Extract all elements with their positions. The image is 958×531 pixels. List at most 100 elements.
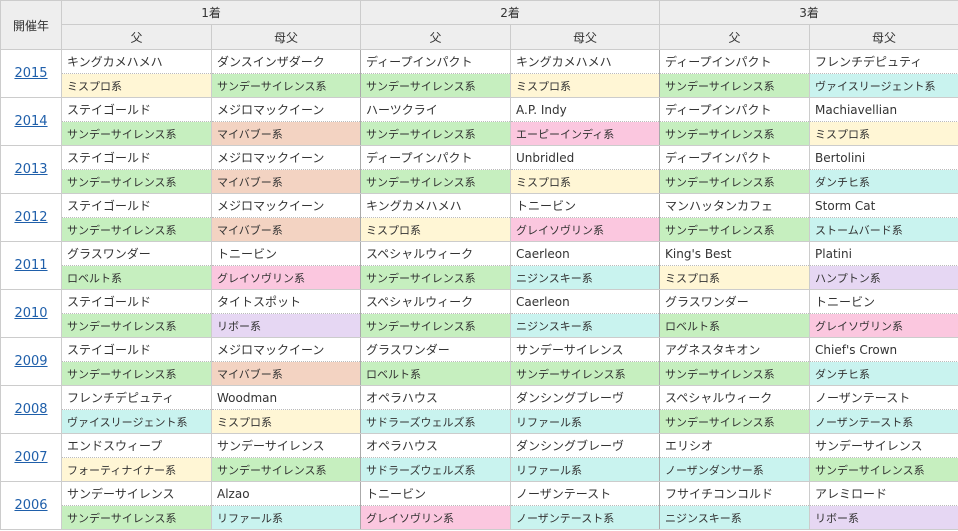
bms-header: 母父 xyxy=(210,24,362,50)
year-link[interactable]: 2007 xyxy=(14,450,47,465)
sire-line-badge: サドラーズウェルズ系 xyxy=(360,457,511,482)
sire-name: キングカメハメハ xyxy=(61,49,212,74)
sire-name: アグネスタキオン xyxy=(659,337,810,362)
sire-line-badge: ハンプトン系 xyxy=(809,265,958,290)
table-row-lineage: サンデーサイレンス系 リボー系 サンデーサイレンス系 ニジンスキー系 ロベルト系 グレイソ… xyxy=(1,313,958,338)
sire-line-badge: サンデーサイレンス系 xyxy=(360,265,511,290)
sire-name: オペラハウス xyxy=(360,385,511,410)
bms-name: Woodman xyxy=(210,385,361,410)
table-row: 2014 ステイゴールド メジロマックイーン ハーツクライ A.P. Indy ディープイ… xyxy=(0,97,958,146)
sire-line-badge: マイバブー系 xyxy=(210,361,361,386)
sire-line-badge: サンデーサイレンス系 xyxy=(659,73,810,98)
sire-line-badge: リボー系 xyxy=(210,313,361,338)
sire-header: 父 xyxy=(659,24,811,50)
sire-line-badge: ヴァイスリージェント系 xyxy=(809,73,958,98)
bms-name: ダンスインザダーク xyxy=(210,49,361,74)
bms-name: タイトスポット xyxy=(210,289,361,314)
table-row: 2015 キングカメハメハ ダンスインザダーク ディープインパクト キングカメハメハ ディ… xyxy=(0,49,958,98)
year-link[interactable]: 2013 xyxy=(14,162,47,177)
sire-line-badge: エーピーインディ系 xyxy=(510,121,660,146)
sire-line-badge: リファール系 xyxy=(210,505,361,530)
table-row-lineage: サンデーサイレンス系 リファール系 グレイソヴリン系 ノーザンテースト系 ニジンスキー系… xyxy=(1,505,958,530)
sire-name: グラスワンダー xyxy=(360,337,511,362)
table-row: 2008 フレンチデピュティ Woodman オペラハウス ダンシングブレーヴ スペシャル… xyxy=(0,385,958,434)
year-link[interactable]: 2014 xyxy=(14,114,47,129)
sire-header: 父 xyxy=(360,24,512,50)
year-link[interactable]: 2011 xyxy=(14,258,47,273)
sire-line-badge: ノーザンダンサー系 xyxy=(659,457,810,482)
table-row: 2011 グラスワンダー トニービン スペシャルウィーク Caerleon King's … xyxy=(0,241,958,290)
sire-line-badge: ミスプロ系 xyxy=(510,73,660,98)
sire-name: スペシャルウィーク xyxy=(659,385,810,410)
sire-line-badge: ニジンスキー系 xyxy=(510,265,660,290)
sire-name: スペシャルウィーク xyxy=(360,241,511,266)
sire-line-badge: グレイソヴリン系 xyxy=(809,313,958,338)
sire-line-badge: マイバブー系 xyxy=(210,217,361,242)
bms-name: Caerleon xyxy=(510,241,660,266)
sire-line-badge: サンデーサイレンス系 xyxy=(809,457,958,482)
year-link[interactable]: 2010 xyxy=(14,306,47,321)
bms-name: Storm Cat xyxy=(809,193,958,218)
sire-name: スペシャルウィーク xyxy=(360,289,511,314)
sire-name: キングカメハメハ xyxy=(360,193,511,218)
year-cell: 2012 xyxy=(0,193,62,242)
year-cell: 2013 xyxy=(0,145,62,194)
year-link[interactable]: 2012 xyxy=(14,210,47,225)
bms-name: Alzao xyxy=(210,481,361,506)
sire-name: ディープインパクト xyxy=(659,97,810,122)
year-link[interactable]: 2008 xyxy=(14,402,47,417)
sire-line-badge: リボー系 xyxy=(809,505,958,530)
year-link[interactable]: 2015 xyxy=(14,66,47,81)
year-cell: 2011 xyxy=(0,241,62,290)
year-cell: 2009 xyxy=(0,337,62,386)
table-row-lineage: ロベルト系 グレイソヴリン系 サンデーサイレンス系 ニジンスキー系 ミスプロ系 ハンプトン… xyxy=(1,265,958,290)
sire-name: ステイゴールド xyxy=(61,337,212,362)
bms-name: アレミロード xyxy=(809,481,958,506)
sire-line-badge: サンデーサイレンス系 xyxy=(61,313,212,338)
sire-name: グラスワンダー xyxy=(659,289,810,314)
sire-line-badge: サドラーズウェルズ系 xyxy=(360,409,511,434)
bms-name: ダンシングブレーヴ xyxy=(510,385,660,410)
sire-line-badge: ダンチヒ系 xyxy=(809,169,958,194)
sire-line-badge: リファール系 xyxy=(510,457,660,482)
bms-name: トニービン xyxy=(210,241,361,266)
sire-line-badge: ミスプロ系 xyxy=(61,73,212,98)
table-row: 2006 サンデーサイレンス Alzao トニービン ノーザンテースト フサイチコンコルド… xyxy=(0,481,958,530)
sire-name: エリシオ xyxy=(659,433,810,458)
year-cell: 2007 xyxy=(0,433,62,482)
results-table: 開催年 1着 2着 3着 父 母父 父 母父 父 母父 2015 キングカメハメハ… xyxy=(0,0,958,530)
sire-name: サンデーサイレンス xyxy=(61,481,212,506)
sire-name: ステイゴールド xyxy=(61,145,212,170)
sire-name: マンハッタンカフェ xyxy=(659,193,810,218)
sire-name: フサイチコンコルド xyxy=(659,481,810,506)
sire-line-badge: サンデーサイレンス系 xyxy=(61,169,212,194)
rank-header-1: 1着 xyxy=(60,0,362,25)
sire-line-badge: ニジンスキー系 xyxy=(510,313,660,338)
sire-name: エンドスウィープ xyxy=(61,433,212,458)
bms-name: トニービン xyxy=(809,289,958,314)
bms-name: トニービン xyxy=(510,193,660,218)
sire-name: ステイゴールド xyxy=(61,97,212,122)
bms-name: Machiavellian xyxy=(809,97,958,122)
sire-header: 父 xyxy=(61,24,212,50)
year-cell: 2006 xyxy=(0,481,62,530)
bms-name: サンデーサイレンス xyxy=(210,433,361,458)
year-link[interactable]: 2006 xyxy=(14,498,47,513)
sire-name: トニービン xyxy=(360,481,511,506)
sire-name: グラスワンダー xyxy=(61,241,212,266)
sire-line-badge: フォーティナイナー系 xyxy=(61,457,212,482)
sire-line-badge: サンデーサイレンス系 xyxy=(659,217,810,242)
bms-name: A.P. Indy xyxy=(510,97,660,122)
bms-name: Unbridled xyxy=(510,145,660,170)
sire-line-badge: サンデーサイレンス系 xyxy=(61,217,212,242)
table-row-lineage: フォーティナイナー系 サンデーサイレンス系 サドラーズウェルズ系 リファール系 ノーザン… xyxy=(1,457,958,482)
bms-header: 母父 xyxy=(809,24,958,50)
rank-header-2: 2着 xyxy=(360,0,661,25)
year-link[interactable]: 2009 xyxy=(14,354,47,369)
sire-line-badge: ミスプロ系 xyxy=(360,217,511,242)
sire-line-badge: ヴァイスリージェント系 xyxy=(61,409,212,434)
sire-line-badge: ロベルト系 xyxy=(659,313,810,338)
sire-line-badge: リファール系 xyxy=(510,409,660,434)
sire-line-badge: ミスプロ系 xyxy=(659,265,810,290)
sire-line-badge: ダンチヒ系 xyxy=(809,361,958,386)
